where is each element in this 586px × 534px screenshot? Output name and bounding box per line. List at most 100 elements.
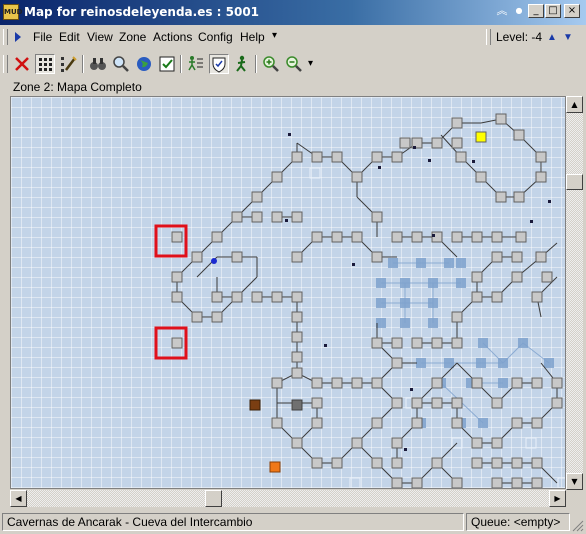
map-room[interactable] [511,457,523,469]
map-room[interactable] [451,231,463,243]
map-room[interactable] [391,231,403,243]
map-room[interactable] [211,311,223,323]
map-room[interactable] [451,397,463,409]
map-room[interactable] [551,377,563,389]
map-room[interactable] [311,231,323,243]
level-down-icon[interactable]: ▼ [563,32,573,43]
map-room[interactable] [371,211,383,223]
map-drawing[interactable] [11,97,566,489]
map-room[interactable] [513,129,525,141]
map-room[interactable] [511,271,523,283]
app-icon[interactable]: MUD [3,4,22,20]
close-button[interactable]: × [564,4,580,18]
check-icon[interactable] [157,54,177,74]
map-room[interactable] [391,151,403,163]
map-room[interactable] [351,231,363,243]
map-room[interactable] [471,437,483,449]
map-room[interactable] [311,377,323,389]
map-room[interactable] [371,251,383,263]
map-room[interactable] [291,151,303,163]
map-room[interactable] [211,231,223,243]
level-up-icon[interactable]: ▲ [547,32,557,43]
map-room[interactable] [331,377,343,389]
map-room[interactable] [451,477,463,488]
map-room[interactable] [371,151,383,163]
map-room[interactable] [231,251,243,263]
map-room[interactable] [511,251,523,263]
map-room[interactable] [291,291,303,303]
map-room[interactable] [471,231,483,243]
map-room[interactable] [431,377,443,389]
map-room[interactable] [531,477,543,488]
toolbar-overflow-icon[interactable]: ▾ [308,58,313,69]
zoom-out-icon[interactable] [284,54,304,74]
map-room[interactable] [451,117,463,129]
map-room-yellow[interactable] [475,131,487,143]
map-room[interactable] [271,377,283,389]
scroll-up-icon[interactable]: ▲ [566,96,583,113]
menu-help[interactable]: Help [240,30,265,44]
toolbar-grip[interactable] [3,55,8,73]
map-room[interactable] [451,311,463,323]
map-room[interactable] [331,151,343,163]
map-room[interactable] [311,151,323,163]
map-room[interactable] [511,477,523,488]
map-room[interactable] [495,113,507,125]
map-room[interactable] [251,291,263,303]
resize-grip-icon[interactable] [572,520,584,532]
map-room[interactable] [431,337,443,349]
map-room[interactable] [291,311,303,323]
map-room[interactable] [271,417,283,429]
map-room[interactable] [535,251,547,263]
map-room[interactable] [495,191,507,203]
zoom-in-icon[interactable] [261,54,281,74]
map-room[interactable] [471,457,483,469]
map-room[interactable] [531,457,543,469]
map-room[interactable] [291,351,303,363]
map-room[interactable] [431,397,443,409]
map-room[interactable] [513,191,525,203]
scroll-right-icon[interactable]: ▶ [549,490,566,507]
pin-icon[interactable]: ● [511,3,527,19]
map-room[interactable] [515,231,527,243]
minimize-button[interactable]: _ [528,4,544,18]
map-room[interactable] [311,397,323,409]
map-room[interactable] [291,367,303,379]
map-room[interactable] [371,377,383,389]
scroll-down-icon[interactable]: ▼ [566,473,583,490]
map-room[interactable] [411,477,423,488]
map-room[interactable] [311,457,323,469]
map-room[interactable] [251,191,263,203]
map-room[interactable] [541,271,553,283]
map-room[interactable] [391,357,403,369]
map-room[interactable] [411,417,423,429]
map-room[interactable] [491,477,503,488]
map-room[interactable] [351,171,363,183]
menubar-grip[interactable] [3,29,8,45]
search-icon[interactable] [111,54,131,74]
map-room[interactable] [531,291,543,303]
map-room[interactable] [391,437,403,449]
map-room[interactable] [331,231,343,243]
map-room[interactable] [351,377,363,389]
map-room[interactable] [351,437,363,449]
map-room[interactable] [531,417,543,429]
map-room[interactable] [211,291,223,303]
map-room[interactable] [399,137,411,149]
map-room-brown[interactable] [249,399,261,411]
map-room[interactable] [391,337,403,349]
map-room[interactable] [491,291,503,303]
map-room[interactable] [535,151,547,163]
map-room[interactable] [431,457,443,469]
horizontal-scroll-thumb[interactable] [205,490,222,507]
scroll-left-icon[interactable]: ◀ [10,490,27,507]
map-room[interactable] [371,457,383,469]
room-grid-icon[interactable] [35,54,55,74]
map-room[interactable] [455,151,467,163]
map-room[interactable] [271,171,283,183]
globe-icon[interactable] [134,54,154,74]
vertical-scrollbar[interactable]: ▲ ▼ [566,96,583,490]
map-room[interactable] [291,331,303,343]
map-room[interactable] [291,211,303,223]
map-room[interactable] [411,231,423,243]
